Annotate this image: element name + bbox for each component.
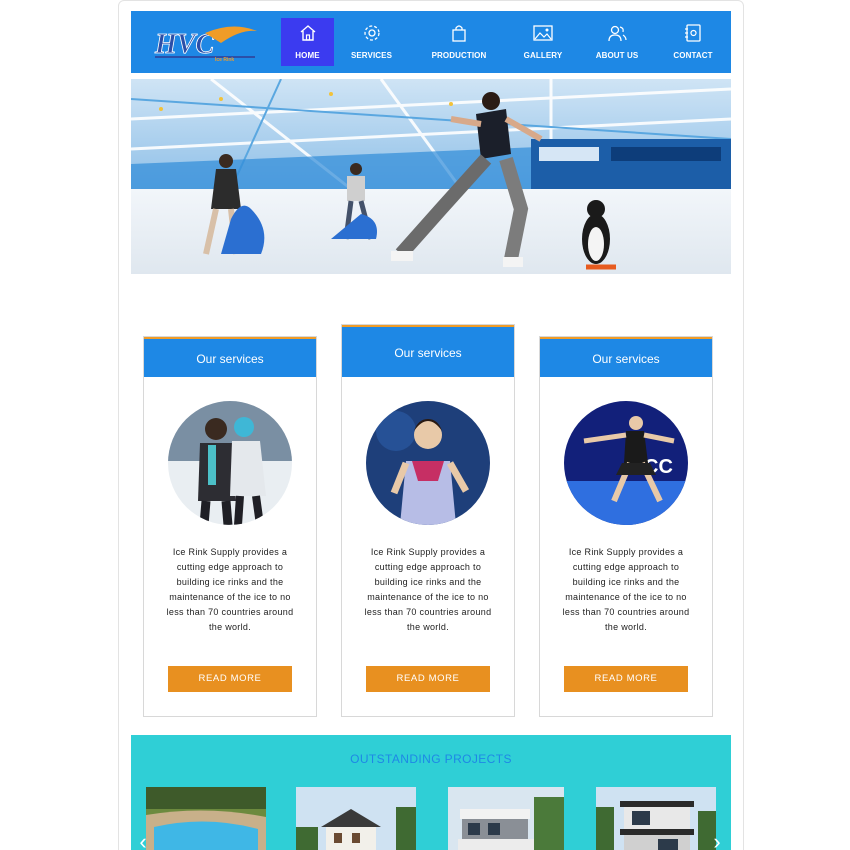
service-card-3-text: Ice Rink Supply provides a cutting edge … — [562, 547, 690, 632]
service-card-1-title: Our services — [144, 337, 316, 377]
service-card-1-read-more-button[interactable]: READ MORE — [168, 666, 292, 692]
nav-production-label: PRODUCTION — [431, 51, 487, 60]
nav-contact[interactable]: CONTACT — [669, 18, 717, 66]
service-card-3: Our services CC Ice Rink Supply provides… — [539, 336, 713, 717]
home-icon — [300, 25, 315, 41]
ice-rink-skaters-photo — [131, 79, 731, 274]
service-card-1-text: Ice Rink Supply provides a cutting edge … — [166, 547, 294, 632]
pool-resort-photo — [146, 787, 266, 850]
nav-services-label: SERVICES — [350, 51, 393, 60]
nav-about-us[interactable]: ABOUT US — [591, 18, 643, 66]
outstanding-projects-section: OUTSTANDING PROJECTS ‹ › — [131, 735, 731, 850]
service-card-3-title: Our services — [540, 337, 712, 377]
villa-house-photo — [296, 787, 416, 850]
svg-text:HVC: HVC — [154, 29, 214, 60]
svg-text:Ice Rink: Ice Rink — [215, 57, 234, 63]
service-card-2-text: Ice Rink Supply provides a cutting edge … — [364, 547, 492, 632]
project-item-modern-house[interactable] — [448, 787, 564, 850]
nav-home-label: HOME — [295, 51, 320, 60]
brand-logo[interactable]: HVC Ice Rink — [153, 23, 259, 63]
service-card-2-read-more-button[interactable]: READ MORE — [366, 666, 490, 692]
project-item-pool-resort[interactable] — [146, 787, 266, 850]
couple-skating-photo — [168, 401, 292, 525]
nav-home[interactable]: HOME — [281, 18, 334, 66]
nav-gallery[interactable]: GALLERY — [519, 18, 567, 66]
modern-house-photo — [448, 787, 564, 850]
carousel-next-arrow-icon[interactable]: › — [707, 830, 727, 850]
nav-services[interactable]: SERVICES — [344, 18, 399, 66]
nav-about-us-label: ABOUT US — [595, 51, 639, 60]
carousel-prev-arrow-icon[interactable]: ‹ — [133, 830, 153, 850]
shopping-bag-icon — [452, 25, 466, 42]
gear-icon — [363, 25, 380, 41]
project-item-modern-villa[interactable] — [596, 787, 716, 850]
nav-gallery-label: GALLERY — [523, 51, 563, 60]
service-card-2-title: Our services — [342, 325, 514, 377]
phone-book-icon — [685, 24, 701, 42]
image-icon — [533, 25, 553, 41]
service-card-1: Our services Ice Rink Supply provides a … — [143, 336, 317, 717]
main-navbar: HVC Ice Rink HOME SERVICES PRODUCTION GA… — [131, 11, 731, 73]
users-icon — [608, 25, 627, 42]
hero-banner — [131, 79, 731, 274]
nav-production[interactable]: PRODUCTION — [424, 18, 494, 66]
service-card-3-read-more-button[interactable]: READ MORE — [564, 666, 688, 692]
projects-title: OUTSTANDING PROJECTS — [350, 752, 512, 766]
project-item-villa-house[interactable] — [296, 787, 416, 850]
modern-villa-photo — [596, 787, 716, 850]
figure-skater-portrait-photo — [366, 401, 490, 525]
nav-contact-label: CONTACT — [673, 51, 713, 60]
figure-skater-performing-photo: CC — [564, 401, 688, 525]
service-card-2: Our services Ice Rink Supply provides a … — [341, 324, 515, 717]
